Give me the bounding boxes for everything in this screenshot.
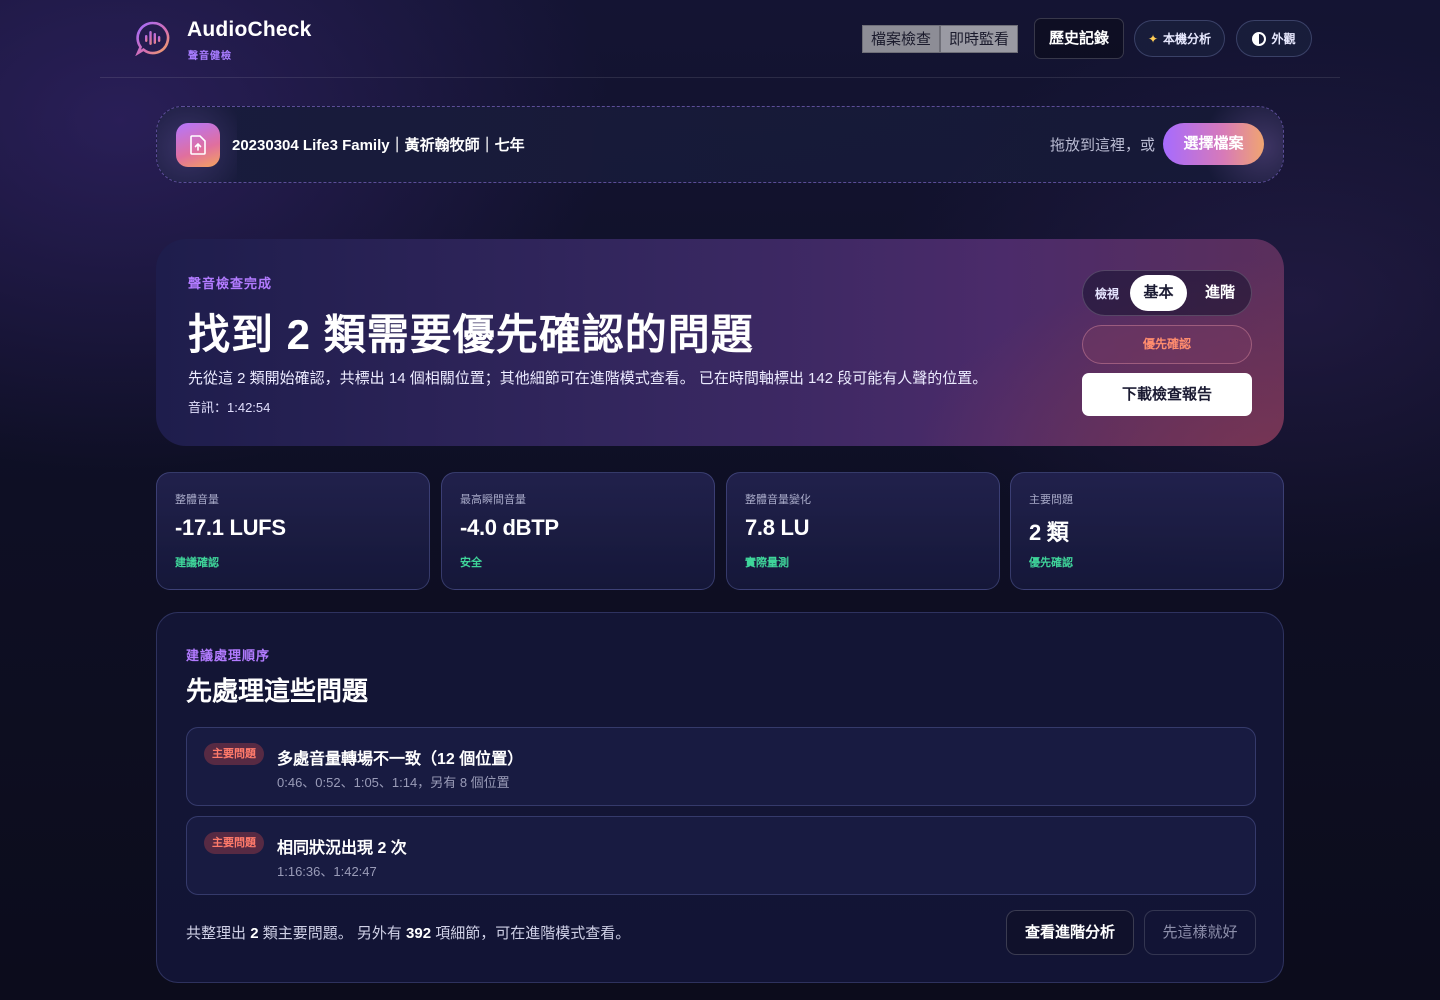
stat-value: -17.1 LUFS: [175, 515, 286, 540]
file-drop-zone[interactable]: 20230304 Life3 Family｜黃祈翰牧師｜七年 拖放到這裡，或 選…: [156, 106, 1284, 183]
stat-card-integrated-loudness: 整體音量 -17.1 LUFS 建議確認: [156, 472, 430, 590]
tab-live-monitor[interactable]: 即時監看: [940, 25, 1019, 53]
issue-item[interactable]: 主要問題 相同狀況出現 2 次 1:16:36、1:42:47: [186, 816, 1256, 895]
stat-value: 2 類: [1029, 520, 1069, 545]
drop-hint: 拖放到這裡，或: [1049, 137, 1155, 154]
mode-tabs: 檔案檢查 即時監看: [862, 25, 1019, 53]
appearance-label: 外觀: [1271, 32, 1296, 46]
view-advanced-analysis-button[interactable]: 查看進階分析: [1006, 910, 1134, 955]
local-analysis-label: 本機分析: [1163, 32, 1212, 46]
issue-title: 相同狀況出現 2 次: [277, 840, 407, 857]
stat-note: 建議確認: [175, 557, 219, 569]
top-bar: AudioCheck 聲音健檢 檔案檢查 即時監看 歷史記錄 ✦ 本機分析 外觀: [100, 0, 1340, 78]
stat-note: 實際量測: [745, 557, 789, 569]
audio-chat-logo-icon[interactable]: [135, 20, 171, 57]
issue-timestamps: 1:16:36、1:42:47: [277, 864, 377, 879]
issue-title: 多處音量轉場不一致（12 個位置）: [277, 751, 524, 768]
stat-card-loudness-range: 整體音量變化 7.8 LU 實際量測: [726, 472, 1000, 590]
summary-main-count: 2: [250, 925, 259, 942]
audio-duration: 音訊：1:42:54: [188, 400, 271, 415]
hero-description: 先從這 2 類開始確認，共標出 14 個相關位置；其他細節可在進階模式查看。 已…: [188, 370, 988, 387]
sparkle-icon: ✦: [1147, 31, 1159, 46]
summary-detail-count: 392: [406, 925, 432, 942]
stat-card-main-issues: 主要問題 2 類 優先確認: [1010, 472, 1284, 590]
view-basic-option[interactable]: 基本: [1130, 275, 1187, 311]
dismiss-button[interactable]: 先這樣就好: [1144, 910, 1256, 955]
stat-label: 主要問題: [1029, 494, 1073, 506]
view-advanced-option[interactable]: 進階: [1199, 275, 1241, 311]
stat-value: 7.8 LU: [745, 515, 810, 540]
stat-card-true-peak: 最高瞬間音量 -4.0 dBTP 安全: [441, 472, 715, 590]
download-report-button[interactable]: 下載檢查報告: [1082, 373, 1252, 416]
summary-middle: 類主要問題。 另外有: [262, 925, 402, 942]
stat-note: 優先確認: [1029, 557, 1073, 569]
view-mode-toggle: 檢視 基本 進階: [1082, 270, 1252, 316]
hero-title: 找到 2 類需要優先確認的問題: [188, 311, 754, 358]
local-analysis-button[interactable]: ✦ 本機分析: [1134, 20, 1225, 57]
stat-label: 最高瞬間音量: [460, 494, 526, 506]
issue-item[interactable]: 主要問題 多處音量轉場不一致（12 個位置） 0:46、0:52、1:05、1:…: [186, 727, 1256, 806]
appearance-button[interactable]: 外觀: [1236, 20, 1312, 57]
stat-label: 整體音量變化: [745, 494, 811, 506]
view-label: 檢視: [1095, 287, 1120, 301]
brand-name: AudioCheck: [187, 18, 312, 41]
brand-subtitle: 聲音健檢: [188, 51, 232, 62]
issue-timestamps: 0:46、0:52、1:05、1:14，另有 8 個位置: [277, 775, 510, 790]
file-name: 20230304 Life3 Family｜黃祈翰牧師｜七年: [232, 137, 525, 154]
panel-title: 先處理這些問題: [186, 676, 369, 706]
choose-file-button[interactable]: 選擇檔案: [1163, 123, 1264, 165]
result-hero: 聲音檢查完成 找到 2 類需要優先確認的問題 先從這 2 類開始確認，共標出 1…: [156, 239, 1284, 446]
issue-badge: 主要問題: [204, 743, 264, 765]
summary-prefix: 共整理出: [186, 925, 247, 942]
stat-note: 安全: [460, 557, 482, 569]
issues-summary: 共整理出 2 類主要問題。 另外有 392 項細節，可在進階模式查看。: [186, 922, 630, 943]
stat-value: -4.0 dBTP: [460, 515, 559, 540]
issues-panel: 建議處理順序 先處理這些問題 主要問題 多處音量轉場不一致（12 個位置） 0:…: [156, 612, 1284, 983]
stat-label: 整體音量: [175, 494, 219, 506]
history-button[interactable]: 歷史記錄: [1034, 18, 1124, 59]
issue-badge: 主要問題: [204, 832, 264, 854]
summary-suffix: 項細節，可在進階模式查看。: [435, 925, 631, 942]
priority-badge: 優先確認: [1082, 325, 1252, 364]
contrast-icon: [1252, 31, 1267, 46]
tab-file-check[interactable]: 檔案檢查: [862, 25, 941, 53]
upload-file-icon: [176, 123, 220, 167]
panel-eyebrow: 建議處理順序: [186, 648, 271, 663]
hero-eyebrow: 聲音檢查完成: [188, 276, 273, 291]
